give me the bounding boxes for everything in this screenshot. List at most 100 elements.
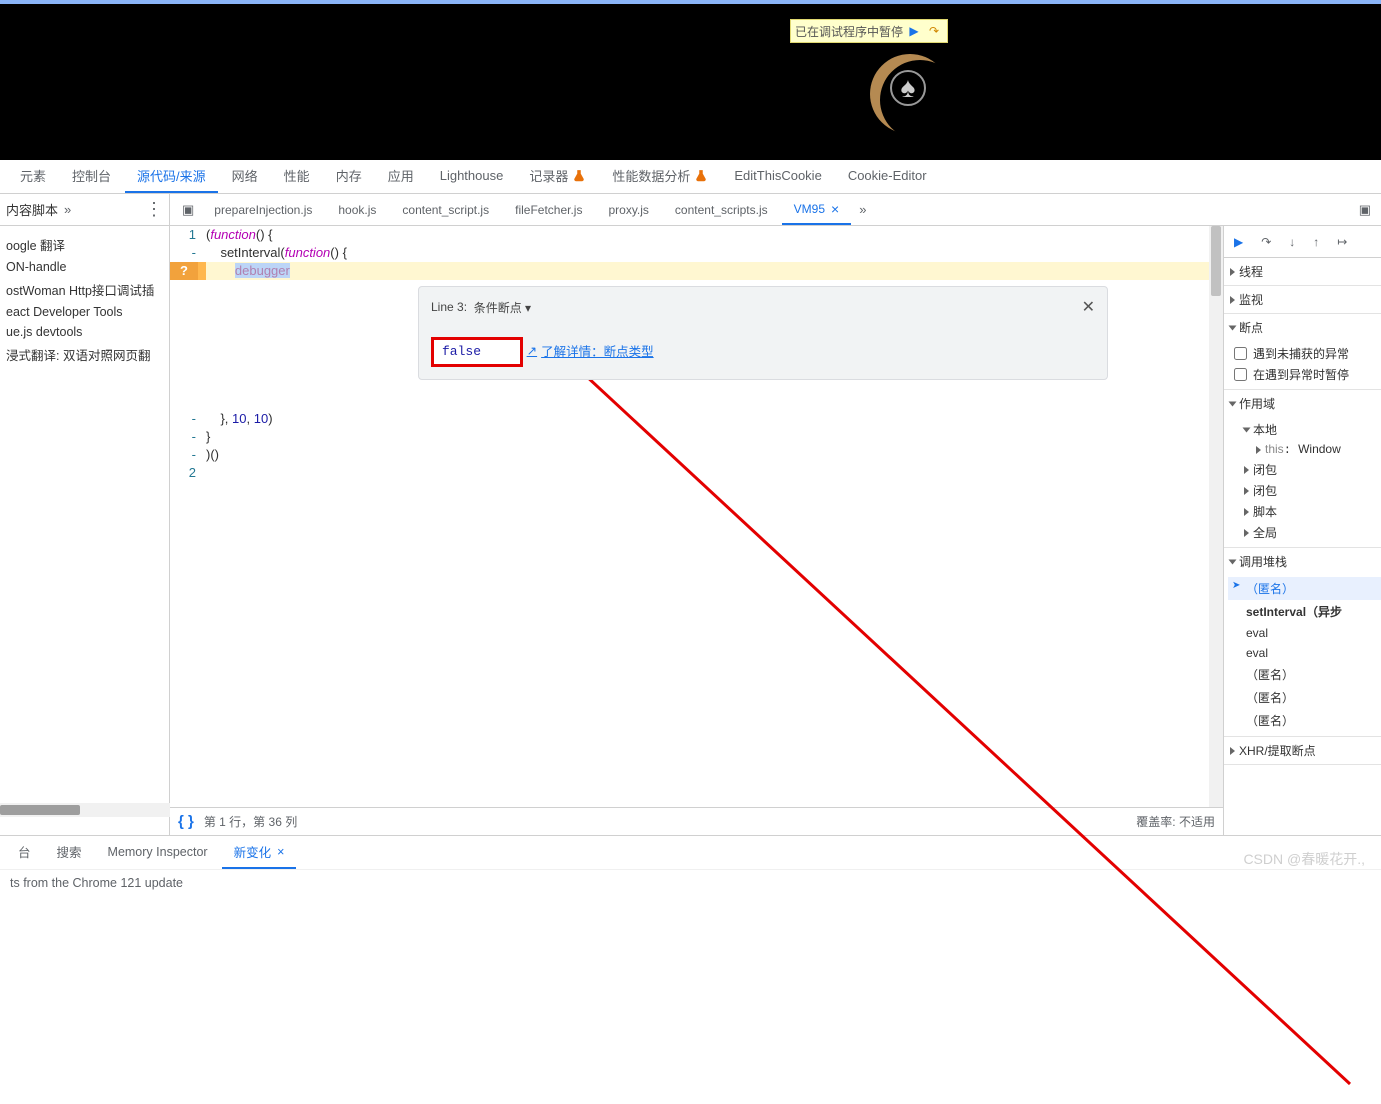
navigator-label[interactable]: 内容脚本: [6, 200, 58, 219]
learn-more-link[interactable]: ↗ 了解详情：断点类型: [527, 341, 654, 360]
whats-new-text: ts from the Chrome 121 update: [0, 869, 1381, 899]
sidebar-item[interactable]: ue.js devtools: [0, 322, 169, 342]
debugger-pane: ▶ ↷ ↓ ↑ ↦ 线程 监视 断点 遇到未捕获的异常 在遇到异常时暂停 作用域…: [1223, 226, 1381, 835]
line-num: -: [170, 428, 206, 446]
navigator-more-icon[interactable]: »: [64, 202, 71, 217]
section-callstack[interactable]: 调用堆栈: [1224, 548, 1381, 575]
watermark: CSDN @春暖花开.,: [1243, 849, 1365, 869]
line-num: -: [170, 410, 206, 428]
section-xhr[interactable]: XHR/提取断点: [1224, 737, 1381, 764]
drawer-tab[interactable]: 台: [6, 836, 43, 869]
section-watch[interactable]: 监视: [1224, 286, 1381, 313]
condition-input[interactable]: [431, 337, 523, 367]
step-icon[interactable]: ↦: [1337, 235, 1347, 249]
scope-closure[interactable]: 闭包: [1228, 480, 1381, 501]
sources-main: oogle 翻译 ON-handle ostWoman Http接口调试插 ea…: [0, 226, 1381, 835]
call-frame[interactable]: （匿名）: [1228, 577, 1381, 600]
cursor-position: 第 1 行，第 36 列: [204, 813, 297, 830]
close-icon[interactable]: ×: [277, 845, 284, 859]
file-tabs: ▣ prepareInjection.js hook.js content_sc…: [170, 194, 1381, 225]
sidebar-item[interactable]: eact Developer Tools: [0, 302, 169, 322]
pretty-print-icon[interactable]: { }: [178, 813, 194, 830]
line-num: -: [170, 446, 206, 464]
tab-console[interactable]: 控制台: [60, 160, 123, 193]
section-threads[interactable]: 线程: [1224, 258, 1381, 285]
tab-perf-insights[interactable]: 性能数据分析: [600, 160, 720, 193]
call-frame[interactable]: eval: [1228, 623, 1381, 643]
bp-uncaught-checkbox[interactable]: 遇到未捕获的异常: [1228, 343, 1381, 364]
call-frame[interactable]: eval: [1228, 643, 1381, 663]
code-body: 1(function() { - setInterval(function() …: [170, 226, 1223, 807]
tab-elements[interactable]: 元素: [8, 160, 58, 193]
close-icon[interactable]: ×: [831, 201, 839, 217]
tab-memory[interactable]: 内存: [324, 160, 374, 193]
line-num: 2: [170, 464, 206, 482]
sidebar-item[interactable]: ON-handle: [0, 257, 169, 277]
call-frame[interactable]: （匿名）: [1228, 686, 1381, 709]
file-tab[interactable]: content_script.js: [390, 194, 501, 225]
navigator-header: 内容脚本 » ⋮: [0, 194, 170, 225]
scope-script[interactable]: 脚本: [1228, 501, 1381, 522]
tab-cookie-editor[interactable]: Cookie-Editor: [836, 160, 939, 193]
scope-this[interactable]: this: Window: [1228, 440, 1381, 459]
experiment-icon: [694, 169, 708, 183]
file-tab-active[interactable]: VM95×: [782, 194, 852, 225]
more-tabs-icon[interactable]: »: [853, 202, 872, 217]
scope-global[interactable]: 全局: [1228, 522, 1381, 543]
drawer-tabs: 台 搜索 Memory Inspector 新变化×: [0, 835, 1381, 869]
bp-line-label: Line 3:: [431, 300, 467, 314]
section-breakpoints[interactable]: 断点: [1224, 314, 1381, 341]
bp-caught-checkbox[interactable]: 在遇到异常时暂停: [1228, 364, 1381, 385]
call-frame-async[interactable]: setInterval（异步: [1228, 600, 1381, 623]
tab-application[interactable]: 应用: [376, 160, 426, 193]
bp-type-dropdown[interactable]: 条件断点 ▾: [474, 299, 531, 316]
drawer-tab[interactable]: 搜索: [45, 836, 94, 869]
editor-scrollbar[interactable]: [1209, 226, 1223, 807]
file-tab[interactable]: proxy.js: [596, 194, 660, 225]
experiment-icon: [572, 169, 586, 183]
file-tab[interactable]: content_scripts.js: [663, 194, 780, 225]
sidebar-item[interactable]: ostWoman Http接口调试插: [0, 277, 169, 302]
navigator-menu-icon[interactable]: ⋮: [145, 199, 163, 220]
close-icon[interactable]: ✕: [1082, 297, 1095, 317]
debugger-paused-bar: 已在调试程序中暂停 ▶ ↷: [790, 19, 948, 43]
paused-line: ? - debugger: [170, 262, 1223, 280]
code-editor[interactable]: 1(function() { - setInterval(function() …: [170, 226, 1223, 835]
section-scope[interactable]: 作用域: [1224, 390, 1381, 417]
step-over-icon[interactable]: ↷: [1261, 235, 1271, 249]
external-link-icon: ↗: [527, 343, 537, 358]
step-out-icon[interactable]: ↑: [1313, 235, 1319, 249]
toggle-pane-icon[interactable]: ▣: [1349, 202, 1381, 218]
tab-editthiscookie[interactable]: EditThisCookie: [722, 160, 833, 193]
step-over-icon[interactable]: ↷: [925, 23, 943, 39]
devtools-tab-strip: 元素 控制台 源代码/来源 网络 性能 内存 应用 Lighthouse 记录器…: [0, 160, 1381, 194]
execution-marker-icon: ?: [170, 262, 198, 280]
tab-network[interactable]: 网络: [220, 160, 270, 193]
tab-lighthouse[interactable]: Lighthouse: [428, 160, 516, 193]
page-viewport: 已在调试程序中暂停 ▶ ↷ ♠: [0, 0, 1381, 160]
navigator-sidebar: oogle 翻译 ON-handle ostWoman Http接口调试插 ea…: [0, 226, 170, 835]
file-tab[interactable]: prepareInjection.js: [202, 194, 324, 225]
file-tab[interactable]: fileFetcher.js: [503, 194, 594, 225]
resume-icon[interactable]: ▶: [905, 23, 923, 39]
call-frame[interactable]: （匿名）: [1228, 663, 1381, 686]
coverage-label: 覆盖率: 不适用: [1136, 813, 1215, 830]
call-frame[interactable]: （匿名）: [1228, 709, 1381, 732]
sidebar-scrollbar[interactable]: [0, 803, 170, 817]
sidebar-item[interactable]: oogle 翻译: [0, 232, 169, 257]
debugger-toolbar: ▶ ↷ ↓ ↑ ↦: [1224, 226, 1381, 258]
scope-closure[interactable]: 闭包: [1228, 459, 1381, 480]
step-into-icon[interactable]: ↓: [1289, 235, 1295, 249]
scope-local[interactable]: 本地: [1228, 419, 1381, 440]
file-tab[interactable]: hook.js: [326, 194, 388, 225]
line-num: 1: [170, 226, 206, 244]
sidebar-item[interactable]: 浸式翻译: 双语对照网页翻: [0, 342, 169, 367]
drawer-tab[interactable]: Memory Inspector: [96, 836, 220, 869]
show-navigator-icon[interactable]: ▣: [176, 202, 200, 218]
tab-recorder[interactable]: 记录器: [517, 160, 598, 193]
editor-footer: { } 第 1 行，第 36 列 覆盖率: 不适用: [170, 807, 1223, 835]
tab-sources[interactable]: 源代码/来源: [125, 160, 218, 193]
resume-icon[interactable]: ▶: [1234, 235, 1243, 249]
tab-performance[interactable]: 性能: [272, 160, 322, 193]
drawer-tab-active[interactable]: 新变化×: [222, 836, 297, 869]
